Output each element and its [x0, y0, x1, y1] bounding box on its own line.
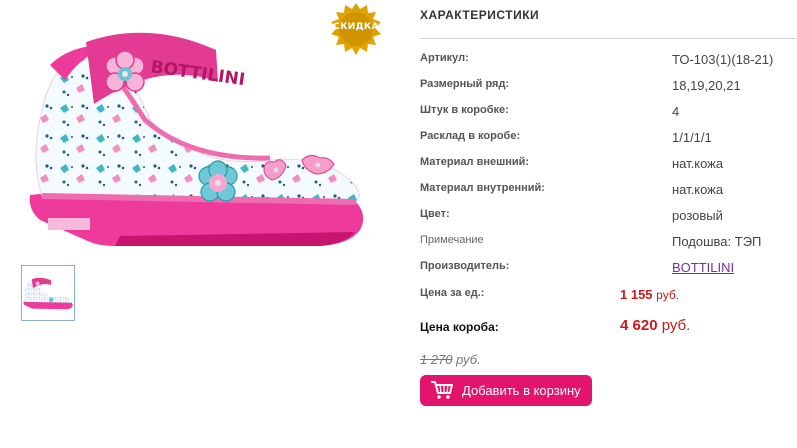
specs-title: ХАРАКТЕРИСТИКИ	[420, 8, 540, 22]
discount-badge-label: СКИДКА	[333, 22, 379, 32]
manufacturer-link[interactable]: BOTTILINI	[672, 260, 734, 275]
box-price-currency: руб.	[661, 317, 691, 334]
unit-price-row: Цена за ед.: 1 155 руб.	[420, 287, 796, 309]
spec-value: 18,19,20,21	[672, 78, 741, 93]
spec-row-color: Цвет: розовый	[420, 208, 796, 230]
spec-label: Артикул:	[420, 52, 469, 64]
old-price-value: 1 270	[420, 352, 453, 367]
spec-label: Материал внешний:	[420, 156, 530, 168]
box-price: 4 620 руб.	[620, 317, 690, 334]
spec-label: Размерный ряд:	[420, 78, 510, 90]
box-price-row: Цена короба: 4 620 руб.	[420, 317, 796, 342]
spec-row-inner-material: Материал внутренний: нат.кожа	[420, 182, 796, 204]
product-thumbnail[interactable]	[21, 265, 75, 321]
thumbnail-image	[23, 277, 73, 310]
spec-label: Производитель:	[420, 260, 510, 272]
specs-divider	[420, 38, 796, 39]
spec-value: розовый	[672, 208, 723, 223]
spec-value: 1/1/1/1	[672, 130, 712, 145]
unit-price-label: Цена за ед.:	[420, 287, 485, 299]
add-to-cart-label: Добавить в корзину	[462, 383, 581, 398]
spec-label: Материал внутренний:	[420, 182, 545, 194]
spec-label: Цвет:	[420, 208, 450, 220]
spec-row-note: Примечание Подошва: ТЭП	[420, 234, 796, 256]
spec-row-outer-material: Материал внешний: нат.кожа	[420, 156, 796, 178]
spec-label: Штук в коробке:	[420, 104, 509, 116]
spec-label: Расклад в коробе:	[420, 130, 521, 142]
product-image: BOTTILINI	[29, 32, 364, 246]
old-price: 1 270 руб.	[420, 352, 481, 367]
spec-row-per-box: Штук в коробке: 4	[420, 104, 796, 126]
spec-row-article: Артикул: ТО-103(1)(18-21)	[420, 52, 796, 74]
unit-price-value: 1 155	[620, 287, 653, 302]
spec-row-size-range: Размерный ряд: 18,19,20,21	[420, 78, 796, 100]
spec-value: ТО-103(1)(18-21)	[672, 52, 774, 67]
unit-price: 1 155 руб.	[620, 287, 679, 302]
spec-label: Примечание	[420, 234, 484, 246]
add-to-cart-button[interactable]: Добавить в корзину	[420, 375, 592, 406]
spec-value: нат.кожа	[672, 182, 724, 197]
spec-value: нат.кожа	[672, 156, 724, 171]
box-price-value: 4 620	[620, 317, 658, 334]
old-price-currency: руб.	[456, 352, 481, 367]
spec-value: 4	[672, 104, 680, 119]
box-price-label: Цена короба:	[420, 320, 499, 334]
unit-price-currency: руб.	[656, 288, 680, 302]
spec-value: Подошва: ТЭП	[672, 234, 762, 249]
discount-badge: СКИДКА	[330, 3, 382, 55]
spec-row-manufacturer: Производитель: BOTTILINI	[420, 260, 796, 282]
spec-row-box-layout: Расклад в коробе: 1/1/1/1	[420, 130, 796, 152]
cart-icon	[431, 381, 453, 399]
